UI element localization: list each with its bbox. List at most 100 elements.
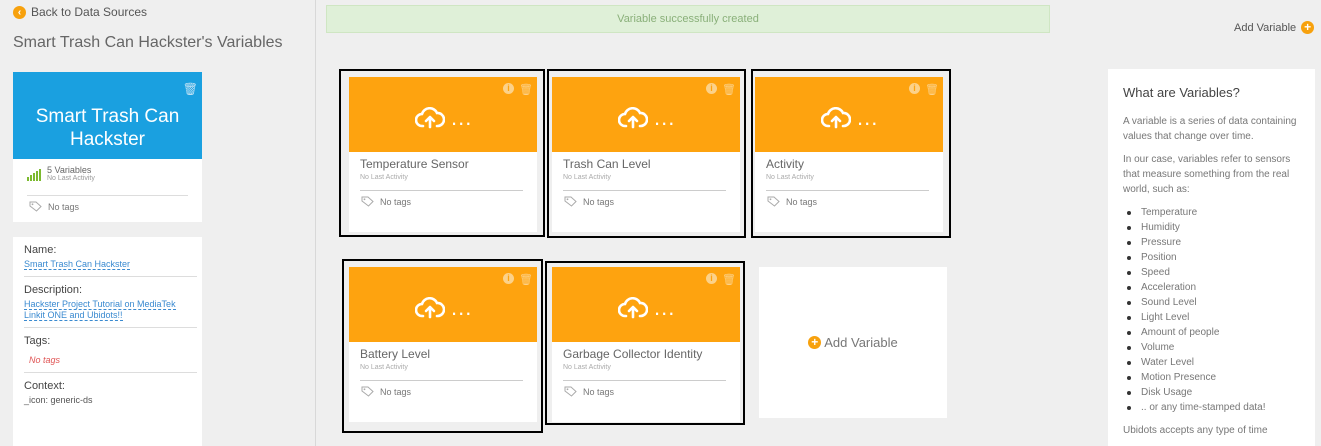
cloud-upload-icon	[821, 107, 851, 129]
data-source-card-header: 🗑 Smart Trash Can Hackster	[13, 72, 202, 159]
variable-card-header: i 🗑 ...	[755, 77, 943, 152]
list-item: Position	[1127, 250, 1303, 265]
data-source-properties: Name: Smart Trash Can Hackster Descripti…	[13, 237, 202, 446]
divider	[360, 380, 523, 381]
sidebar: ‹ Back to Data Sources Smart Trash Can H…	[0, 0, 316, 446]
tags-label: No tags	[583, 196, 615, 207]
property-context: Context: _icon: generic-ds	[24, 373, 197, 412]
add-variable-card-label: Add Variable	[824, 335, 898, 350]
trash-icon[interactable]: 🗑	[519, 273, 533, 286]
tags-label: No tags	[583, 386, 615, 397]
data-source-name-line1: Smart Trash Can	[35, 106, 180, 127]
variable-tags[interactable]: No tags	[361, 386, 411, 397]
property-tags-label: Tags:	[24, 335, 51, 347]
divider	[563, 380, 726, 381]
variable-activity: No Last Activity	[360, 174, 408, 181]
ellipsis: ...	[451, 295, 473, 320]
variable-activity: No Last Activity	[360, 364, 408, 371]
property-name-label: Name:	[24, 244, 57, 256]
divider	[27, 195, 188, 196]
cloud-upload-icon	[415, 297, 445, 319]
variable-card[interactable]: i 🗑 ... Battery Level No Last Activity No…	[349, 267, 537, 422]
back-link-label: Back to Data Sources	[31, 5, 148, 19]
variable-name: Temperature Sensor	[360, 157, 469, 171]
tag-icon	[564, 196, 577, 207]
variable-tags[interactable]: No tags	[767, 196, 817, 207]
list-item: .. or any time-stamped data!	[1127, 400, 1303, 415]
list-item: Amount of people	[1127, 325, 1303, 340]
property-tags-value[interactable]: No tags	[24, 355, 197, 366]
trash-icon[interactable]: 🗑	[722, 83, 736, 96]
success-alert: Variable successfully created	[326, 5, 1050, 33]
add-variable-card[interactable]: + Add Variable	[759, 267, 947, 418]
info-icon[interactable]: i	[503, 273, 515, 284]
examples-list: Temperature Humidity Pressure Position S…	[1127, 205, 1303, 415]
info-icon[interactable]: i	[503, 83, 515, 94]
description-editable[interactable]: Hackster Project Tutorial on MediaTek Li…	[24, 299, 176, 321]
info-paragraph: Ubidots accepts any type of time	[1123, 425, 1268, 436]
ellipsis: ...	[654, 105, 676, 130]
variable-tags[interactable]: No tags	[564, 196, 614, 207]
property-tags: Tags: No tags	[24, 328, 197, 373]
property-context-label: Context:	[24, 380, 65, 392]
data-source-tags[interactable]: No tags	[29, 201, 79, 212]
list-item: Water Level	[1127, 355, 1303, 370]
data-source-name-line2: Hackster	[70, 129, 145, 150]
variable-card[interactable]: i 🗑 ... Garbage Collector Identity No Las…	[552, 267, 740, 422]
tags-label: No tags	[786, 196, 818, 207]
tags-label: No tags	[380, 386, 412, 397]
last-activity: No Last Activity	[47, 175, 95, 182]
variable-card-header: i 🗑 ...	[349, 267, 537, 342]
list-item: Temperature	[1127, 205, 1303, 220]
plus-circle-icon: +	[808, 336, 822, 349]
ellipsis: ...	[451, 105, 473, 130]
property-name-value[interactable]: Smart Trash Can Hackster	[24, 259, 197, 270]
add-variable-label: Add Variable	[1234, 21, 1297, 34]
trash-icon[interactable]: 🗑	[519, 83, 533, 96]
variable-card-header: i 🗑 ...	[552, 267, 740, 342]
info-paragraph: A variable is a series of data containin…	[1123, 116, 1297, 142]
tag-icon	[361, 196, 374, 207]
cloud-upload-icon	[618, 107, 648, 129]
variable-card[interactable]: i 🗑 ... Temperature Sensor No Last Activi…	[349, 77, 537, 232]
property-description-value[interactable]: Hackster Project Tutorial on MediaTek Li…	[24, 299, 197, 321]
signal-bars-icon	[27, 169, 42, 181]
cloud-upload-icon	[618, 297, 648, 319]
variable-card[interactable]: i 🗑 ... Activity No Last Activity No tags	[755, 77, 943, 232]
variables-count: 5 Variables	[47, 165, 92, 175]
list-item: Motion Presence	[1127, 370, 1303, 385]
trash-icon[interactable]: 🗑	[722, 273, 736, 286]
list-item: Volume	[1127, 340, 1303, 355]
data-source-stats: 5 Variables No Last Activity	[27, 165, 95, 182]
list-item: Sound Level	[1127, 295, 1303, 310]
info-icon[interactable]: i	[706, 83, 718, 94]
variable-tags[interactable]: No tags	[361, 196, 411, 207]
info-icon[interactable]: i	[706, 273, 718, 284]
variable-card[interactable]: i 🗑 ... Trash Can Level No Last Activity …	[552, 77, 740, 232]
name-editable[interactable]: Smart Trash Can Hackster	[24, 259, 131, 270]
tags-label: No tags	[48, 201, 80, 212]
trash-icon[interactable]: 🗑	[925, 83, 939, 96]
plus-circle-icon: +	[1301, 21, 1315, 34]
variable-tags[interactable]: No tags	[564, 386, 614, 397]
trash-icon[interactable]: 🗑	[183, 78, 198, 101]
page-title: Smart Trash Can Hackster's Variables	[13, 34, 283, 51]
divider	[360, 190, 523, 191]
list-item: Light Level	[1127, 310, 1303, 325]
data-source-card: 🗑 Smart Trash Can Hackster 5 Variables N…	[13, 72, 202, 222]
variable-activity: No Last Activity	[766, 174, 814, 181]
back-to-data-sources-link[interactable]: ‹ Back to Data Sources	[13, 5, 147, 19]
info-icon[interactable]: i	[909, 83, 921, 94]
list-item: Speed	[1127, 265, 1303, 280]
ellipsis: ...	[857, 105, 879, 130]
variable-name: Battery Level	[360, 347, 431, 361]
property-description: Description: Hackster Project Tutorial o…	[24, 277, 197, 328]
chevron-left-icon: ‹	[13, 5, 26, 19]
tags-label: No tags	[380, 196, 412, 207]
tag-icon	[361, 386, 374, 397]
tag-icon	[767, 196, 780, 207]
variable-name: Trash Can Level	[563, 157, 651, 171]
variable-name: Activity	[766, 157, 805, 171]
property-context-value[interactable]: _icon: generic-ds	[24, 395, 197, 406]
add-variable-button[interactable]: Add Variable +	[1234, 21, 1315, 34]
